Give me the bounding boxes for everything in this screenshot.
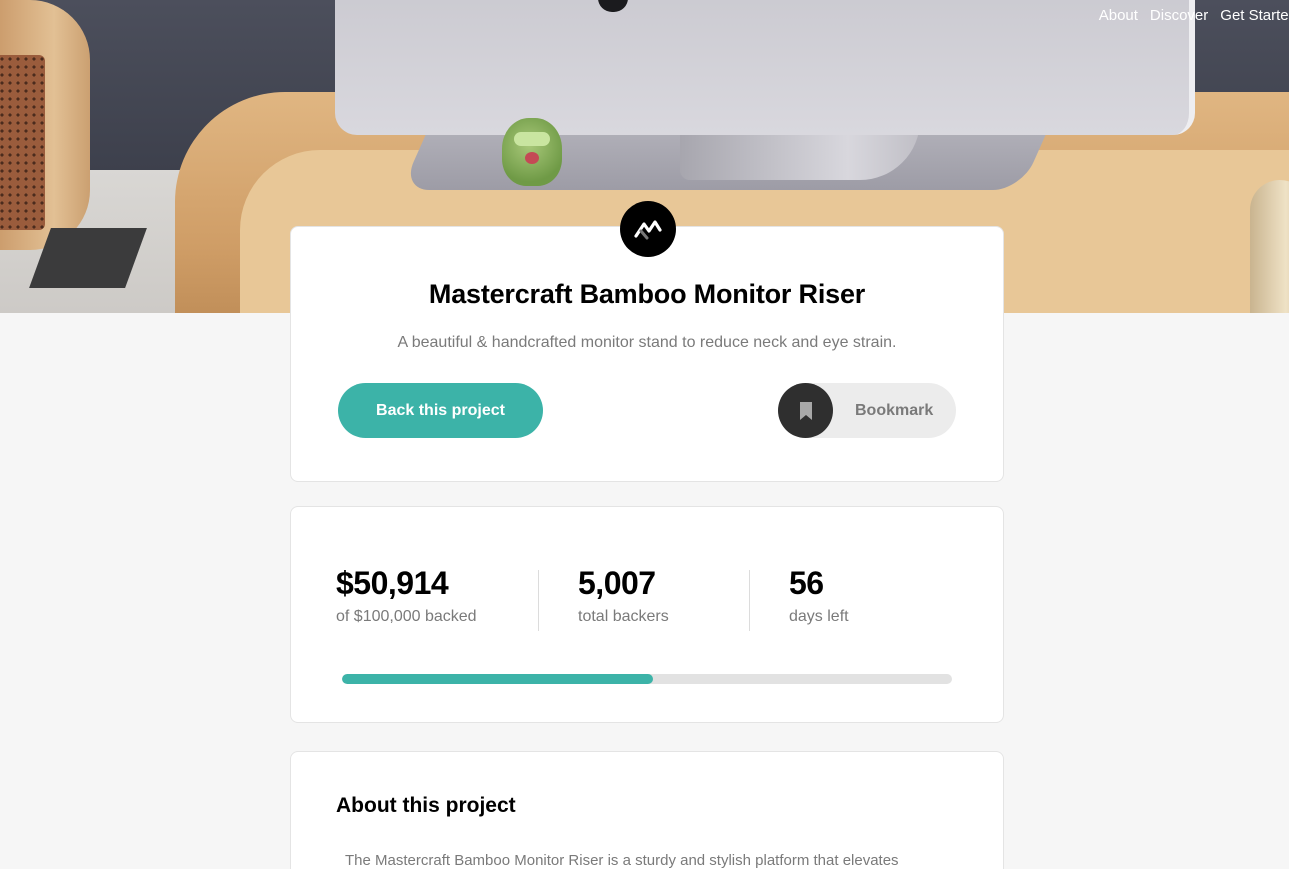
- stat-backers-value: 5,007: [578, 565, 656, 601]
- stat-days-value: 56: [789, 565, 824, 601]
- funding-progress-fill: [342, 674, 654, 684]
- nav-link-discover[interactable]: Discover: [1150, 7, 1208, 24]
- stats-card: $50,914 of $100,000 backed 5,007 total b…: [290, 506, 1004, 723]
- stat-days: 56 days left: [789, 565, 849, 626]
- stat-days-label: days left: [789, 608, 849, 625]
- stat-backed-label: of $100,000 backed: [336, 608, 477, 625]
- nav-link-get-started[interactable]: Get Started: [1220, 7, 1289, 24]
- project-title: Mastercraft Bamboo Monitor Riser: [428, 279, 866, 309]
- stat-backers-label: total backers: [578, 608, 669, 625]
- funding-progress-bar: [342, 674, 952, 684]
- bookmark-icon: [778, 383, 833, 438]
- mastercraft-logo-icon: [620, 201, 676, 257]
- nav-link-about[interactable]: About: [1099, 7, 1138, 24]
- stat-divider: [749, 570, 750, 631]
- back-project-button[interactable]: Back this project: [338, 383, 543, 438]
- about-card: About this project The Mastercraft Bambo…: [290, 751, 1004, 869]
- stat-backed: $50,914 of $100,000 backed: [336, 565, 477, 626]
- stat-backers: 5,007 total backers: [578, 565, 669, 626]
- top-nav: About Discover Get Started: [1099, 7, 1289, 24]
- project-subtitle: A beautiful & handcrafted monitor stand …: [397, 334, 897, 351]
- about-title: About this project: [336, 794, 516, 817]
- stat-divider: [538, 570, 539, 631]
- stat-backed-value: $50,914: [336, 565, 449, 601]
- bookmark-label: Bookmark: [855, 401, 934, 419]
- project-card: Mastercraft Bamboo Monitor Riser A beaut…: [290, 226, 1004, 482]
- about-text: The Mastercraft Bamboo Monitor Riser is …: [345, 852, 899, 869]
- bookmark-button[interactable]: Bookmark: [778, 383, 956, 438]
